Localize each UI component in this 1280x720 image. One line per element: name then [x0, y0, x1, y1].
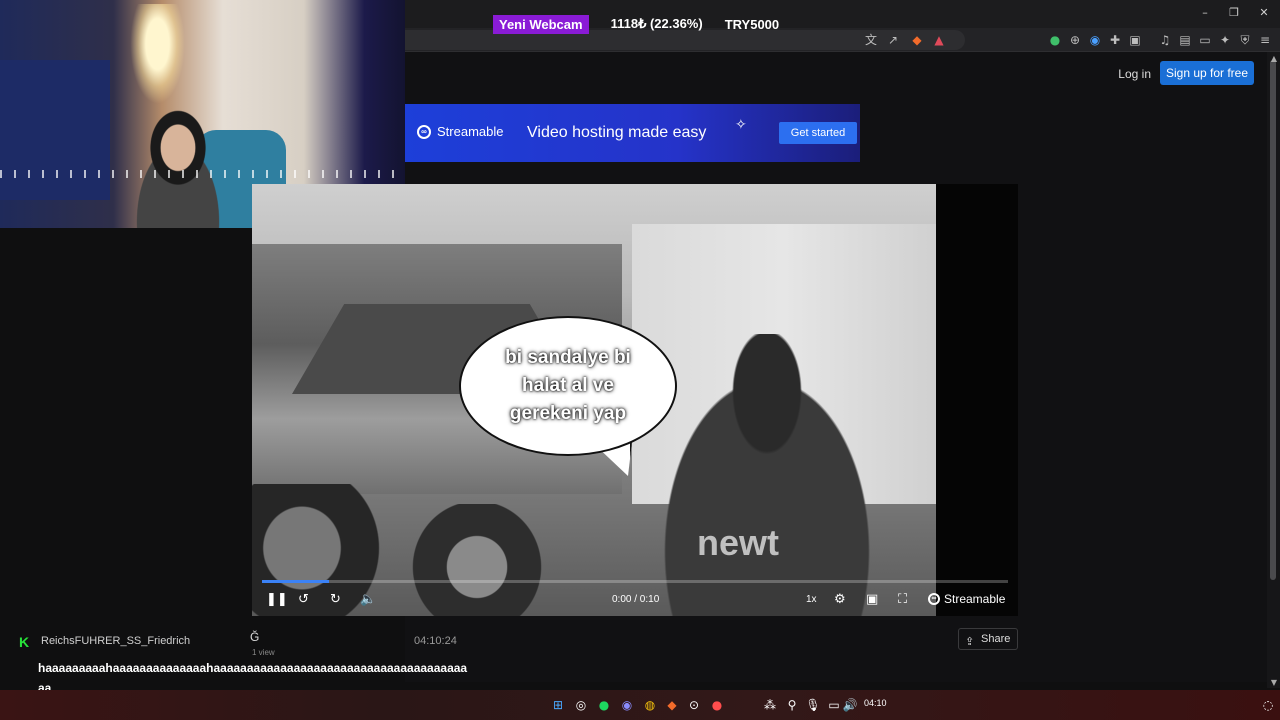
tab-manager-icon[interactable]: ▣ — [1127, 32, 1143, 48]
sparkle-icon: ✧ — [735, 116, 747, 132]
chat-timestamp: 04:10:24 — [414, 635, 457, 647]
share-page-icon[interactable]: ↗ — [885, 32, 901, 48]
forward-icon[interactable]: ↻ — [330, 592, 341, 608]
brave-shield-icon[interactable]: ◆ — [909, 32, 925, 48]
banner-tagline: Video hosting made easy — [527, 124, 707, 141]
obs-icon[interactable]: ◎ — [573, 697, 589, 713]
vpn-icon[interactable]: ● — [1047, 32, 1063, 48]
network-icon[interactable]: ▭ — [826, 697, 842, 713]
speaker-icon[interactable]: 🔊 — [842, 697, 858, 713]
webcam-sofa — [0, 60, 110, 200]
tray-icon[interactable]: ⚲ — [784, 697, 800, 713]
stream-stats-overlay: Yeni Webcam 1118₺ (22.36%) TRY5000 — [493, 14, 779, 34]
share-label: Share — [981, 633, 1011, 645]
rewind-icon[interactable]: ↺ — [298, 592, 309, 608]
minimize-icon[interactable]: – — [1198, 6, 1212, 20]
scrollbar-thumb[interactable] — [1270, 60, 1276, 580]
donation-progress: 1118₺ (22.36%) — [610, 16, 703, 31]
video-watermark: newt — [697, 522, 780, 563]
settings-gear-icon[interactable]: ⚙ — [834, 592, 846, 608]
progress-fill — [262, 580, 330, 583]
screen: – ❐ ✕ 文 ↗ ◆ ▲ ● ⊕ ◉ ✚ ▣ ♫ ▤ ▭ ✦ ⛨ ≡ Yeni… — [0, 0, 1280, 720]
chrome-icon[interactable]: ◍ — [642, 697, 658, 713]
speech-bubble-text: bi sandalye bi halat al ve gerekeni yap — [505, 347, 631, 424]
close-icon[interactable]: ✕ — [1257, 6, 1271, 20]
menu-icon[interactable]: ≡ — [1257, 32, 1273, 48]
webcam-streamer — [118, 110, 238, 228]
streamable-logo-icon: ∞ — [928, 593, 940, 605]
promo-banner: ∞ Streamable Video hosting made easy ✧ G… — [405, 104, 860, 162]
volume-icon[interactable]: 🔈 — [360, 592, 376, 608]
video-girl-middle — [402, 504, 552, 616]
pause-icon[interactable]: ❚❚ — [266, 592, 288, 608]
scroll-down-icon[interactable]: ▼ — [1268, 678, 1280, 688]
player-brand[interactable]: ∞ Streamable — [928, 592, 1005, 606]
tray-overflow-icon[interactable]: ⁂ — [762, 697, 778, 713]
video-player[interactable]: bi sandalye bi halat al ve gerekeni yap … — [252, 184, 1018, 616]
login-link[interactable]: Log in — [1118, 67, 1151, 81]
ai-assistant-icon[interactable]: ✦ — [1217, 32, 1233, 48]
scroll-up-icon[interactable]: ▲ — [1268, 54, 1280, 64]
signup-button[interactable]: Sign up for free — [1160, 61, 1254, 85]
start-icon[interactable]: ⊞ — [550, 697, 566, 713]
banner-brand: ∞ Streamable — [417, 124, 503, 139]
extension-audio-icon[interactable]: ◉ — [1087, 32, 1103, 48]
player-brand-label: Streamable — [944, 592, 1006, 606]
taskbar — [0, 690, 1280, 720]
taskbar-clock: 04:10 — [864, 698, 887, 708]
video-time: 0:00 / 0:10 — [612, 594, 660, 605]
steam-icon[interactable]: ⊙ — [686, 697, 702, 713]
brave-icon[interactable]: ◆ — [664, 697, 680, 713]
extension-gamepad-icon[interactable]: ⊕ — [1067, 32, 1083, 48]
app-icon[interactable]: ● — [709, 697, 725, 713]
restore-icon[interactable]: ❐ — [1227, 6, 1241, 20]
donation-goal: TRY5000 — [724, 16, 780, 32]
video-letterbox — [936, 184, 1018, 616]
banner-brand-label: Streamable — [437, 124, 504, 139]
webcam-lamp — [130, 4, 185, 104]
kick-icon: K — [19, 634, 30, 650]
spotify-icon[interactable]: ● — [596, 697, 612, 713]
wallet-icon[interactable]: ▭ — [1197, 32, 1213, 48]
share-button[interactable]: ⇪ Share — [958, 628, 1018, 650]
media-icon[interactable]: ♫ — [1157, 32, 1173, 48]
sidebar-icon[interactable]: ▤ — [1177, 32, 1193, 48]
extensions-icon[interactable]: ✚ — [1107, 32, 1123, 48]
picture-in-picture-icon[interactable]: ▣ — [866, 592, 878, 608]
streamable-logo-icon: ∞ — [417, 124, 431, 139]
chat-username: ReichsFUHRER_SS_Friedrich — [41, 635, 191, 647]
speech-bubble: bi sandalye bi halat al ve gerekeni yap — [459, 316, 677, 456]
webcam-string-lights — [0, 170, 405, 178]
translate-icon[interactable]: 文 — [863, 32, 879, 48]
shield-icon[interactable]: ⛨ — [1237, 32, 1253, 48]
fullscreen-icon[interactable]: ⛶ — [898, 592, 907, 608]
discord-icon[interactable]: ◉ — [619, 697, 635, 713]
chat-message: K ReichsFUHRER_SS_Friedrich 04:10:24 haa… — [0, 620, 470, 695]
microphone-icon[interactable]: 🎙 — [805, 697, 821, 713]
progress-track[interactable] — [262, 580, 1008, 583]
notification-icon[interactable]: ◌ — [1260, 697, 1276, 713]
playback-speed-button[interactable]: 1x — [806, 594, 817, 605]
brave-rewards-icon[interactable]: ▲ — [931, 32, 947, 48]
share-icon: ⇪ — [965, 635, 975, 648]
get-started-button[interactable]: Get started — [779, 122, 857, 144]
video-frame[interactable]: bi sandalye bi halat al ve gerekeni yap … — [252, 184, 936, 616]
webcam-badge: Yeni Webcam — [493, 14, 589, 34]
